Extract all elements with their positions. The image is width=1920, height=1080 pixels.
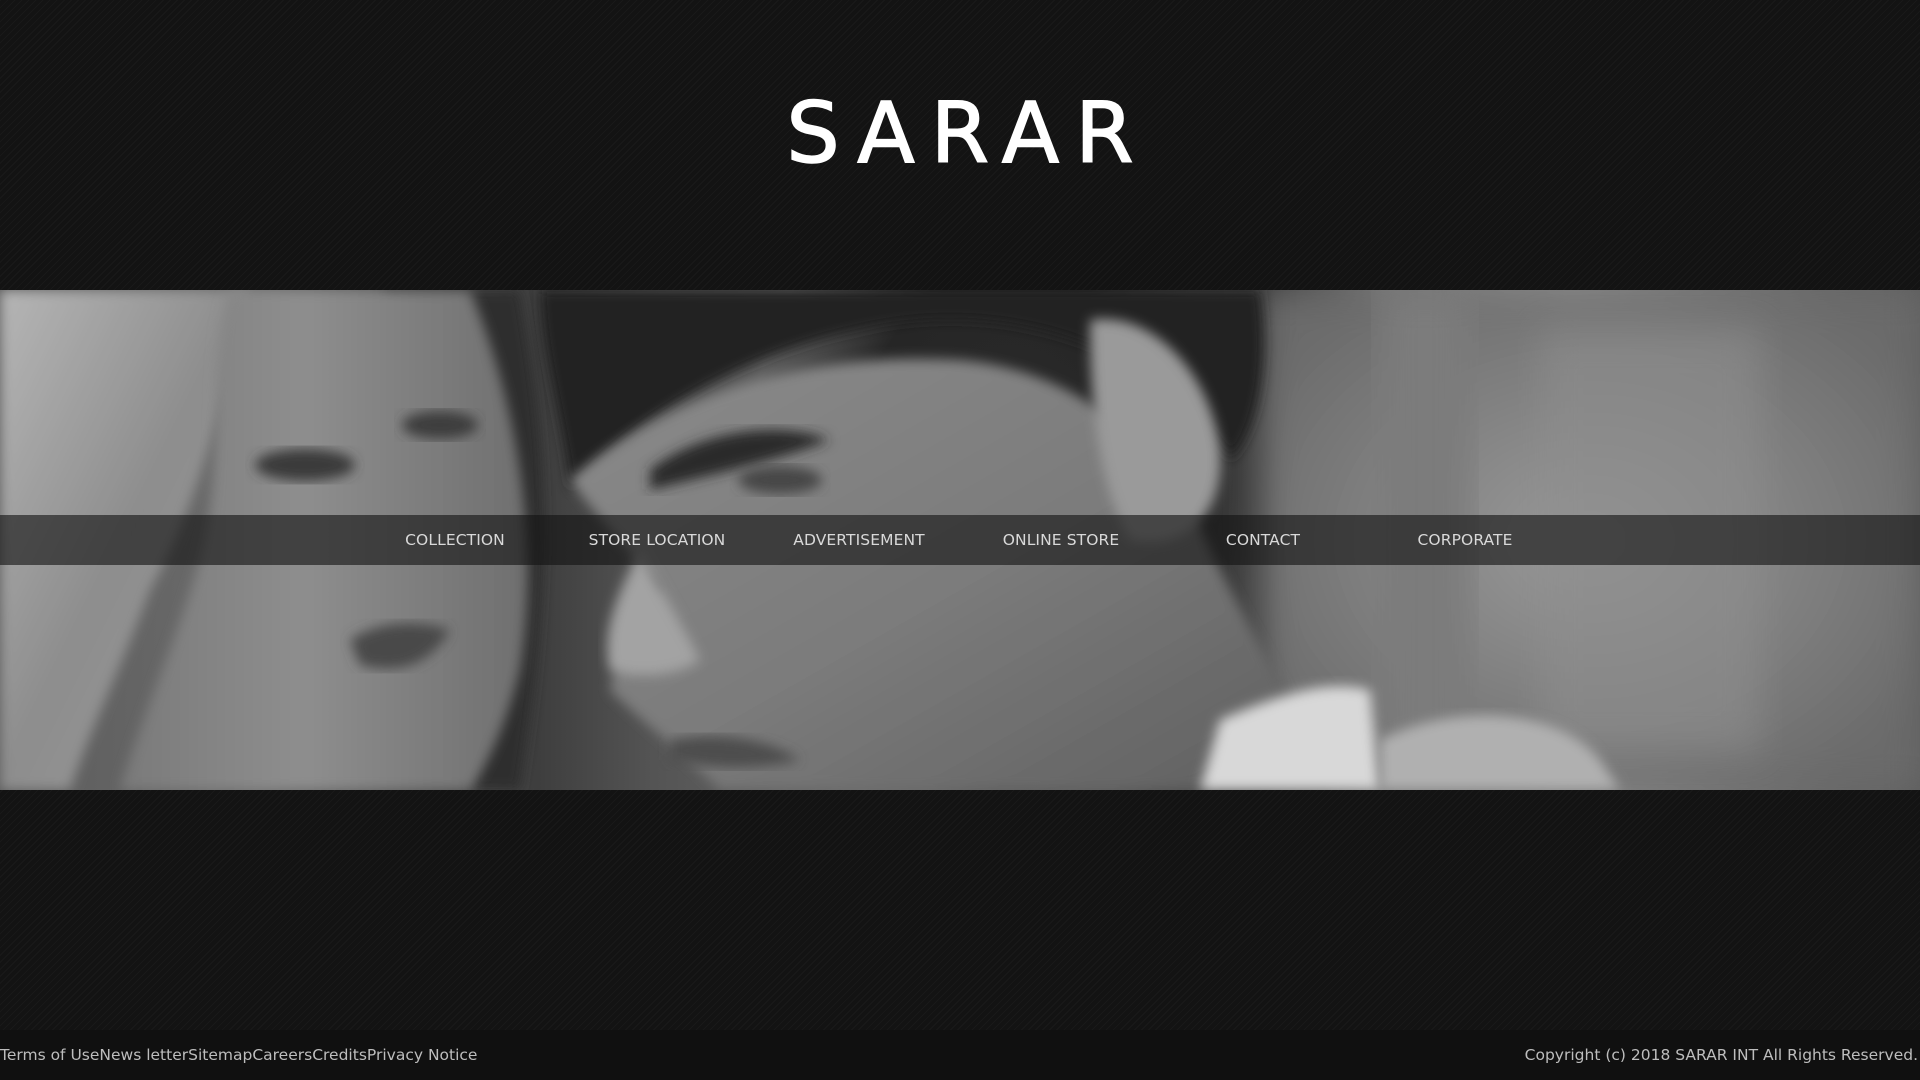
main-nav: COLLECTION STORE LOCATION ADVERTISEMENT … xyxy=(0,515,1920,565)
nav-item-store-location[interactable]: STORE LOCATION xyxy=(589,515,726,565)
footer-link-credits[interactable]: Credits xyxy=(312,1045,367,1065)
footer-link-sitemap[interactable]: Sitemap xyxy=(188,1045,252,1065)
nav-item-online-store[interactable]: ONLINE STORE xyxy=(1003,515,1120,565)
copyright-text: Copyright (c) 2018 SARAR INT All Rights … xyxy=(1524,1046,1918,1064)
footer-link-terms-of-use[interactable]: Terms of Use xyxy=(0,1045,99,1065)
site-footer: Terms of Use News letter Sitemap Careers… xyxy=(0,1030,1920,1080)
site-header: SARAR xyxy=(0,0,1920,290)
footer-link-careers[interactable]: Careers xyxy=(252,1045,312,1065)
brand-logo[interactable]: SARAR xyxy=(0,87,1920,179)
nav-item-advertisement[interactable]: ADVERTISEMENT xyxy=(793,515,925,565)
footer-links: Terms of Use News letter Sitemap Careers… xyxy=(0,1045,477,1065)
nav-item-contact[interactable]: CONTACT xyxy=(1226,515,1300,565)
nav-item-collection[interactable]: COLLECTION xyxy=(405,515,505,565)
nav-item-corporate[interactable]: CORPORATE xyxy=(1417,515,1512,565)
footer-link-privacy-notice[interactable]: Privacy Notice xyxy=(367,1045,478,1065)
footer-link-newsletter[interactable]: News letter xyxy=(99,1045,188,1065)
